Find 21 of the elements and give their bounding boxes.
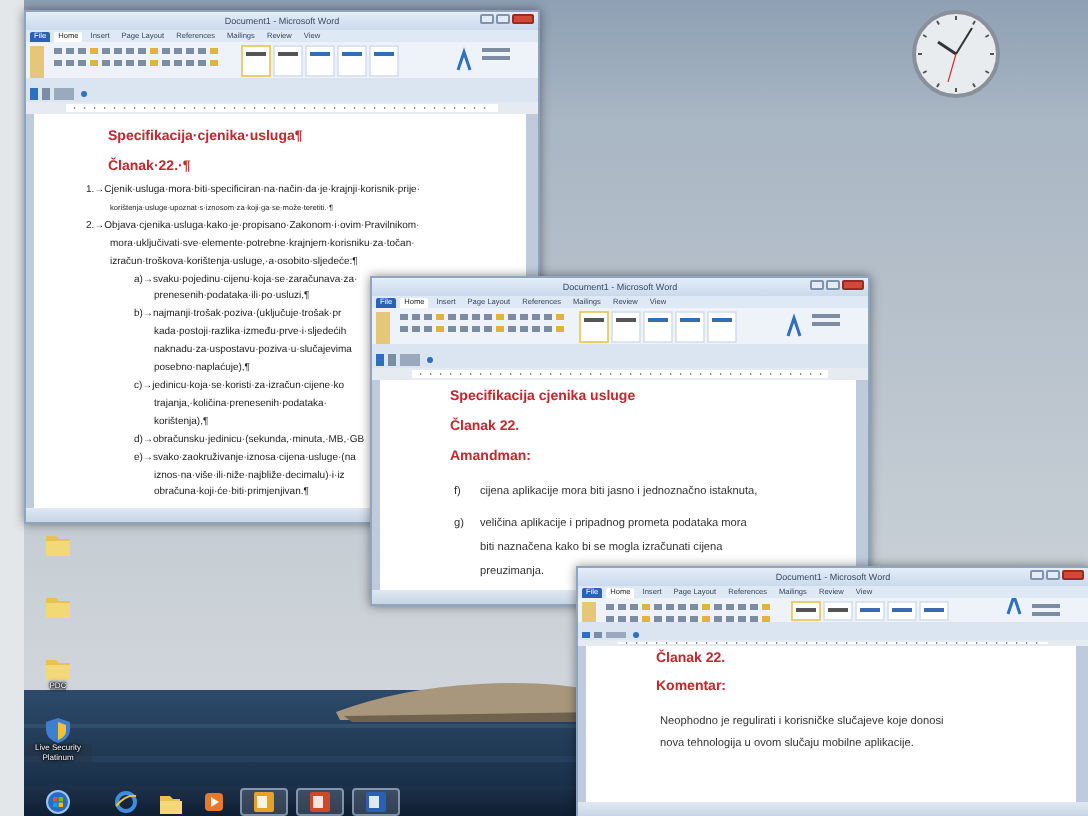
maximize-button[interactable]: [1046, 570, 1060, 580]
slides-app-button[interactable]: [296, 787, 344, 815]
word-processor-icon: [364, 789, 388, 813]
minimize-button[interactable]: [1030, 570, 1044, 580]
maximize-button[interactable]: [496, 14, 510, 24]
folder-icon[interactable]: [44, 654, 72, 682]
start-button[interactable]: [40, 787, 76, 815]
mail-app-button[interactable]: [240, 787, 288, 815]
shield-icon[interactable]: [44, 716, 72, 744]
media-player-icon: [202, 789, 226, 813]
maximize-button[interactable]: [826, 280, 840, 290]
browser-icon: [114, 789, 138, 813]
word-processor-button[interactable]: [352, 787, 400, 815]
minimize-button[interactable]: [810, 280, 824, 290]
slides-app-icon: [308, 789, 332, 813]
clock-icon: [910, 8, 1002, 100]
close-button[interactable]: [842, 280, 864, 290]
minimize-button[interactable]: [480, 14, 494, 24]
close-button[interactable]: [1062, 570, 1084, 580]
mail-app-icon: [252, 789, 276, 813]
close-button[interactable]: [512, 14, 534, 24]
